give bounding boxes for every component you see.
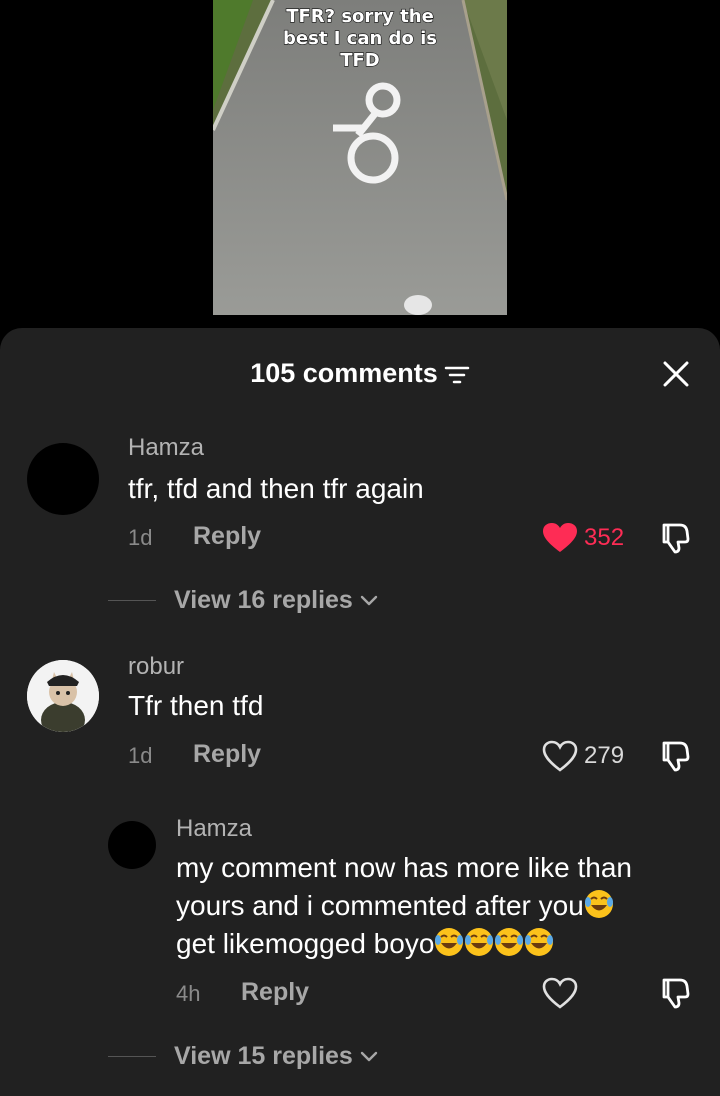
like-count: 279 — [584, 742, 625, 769]
divider-line — [108, 1056, 156, 1057]
video-caption: TFR? sorry the best I can do is TFD — [213, 5, 507, 72]
caption-line: best I can do is — [282, 27, 437, 49]
comment-time: 1d — [128, 743, 153, 768]
avatar[interactable] — [27, 660, 99, 732]
like-button[interactable]: 352 — [542, 522, 624, 554]
comment-text: tfr, tfd and then tfr again — [128, 473, 424, 504]
reply-button[interactable]: Reply — [193, 740, 261, 769]
laughing-emoji-icon — [525, 928, 554, 956]
dislike-icon[interactable] — [658, 976, 692, 1010]
heart-outline-icon — [542, 977, 578, 1009]
view-replies-label: View 15 replies — [174, 1042, 353, 1070]
comment-text: Tfr then tfd — [128, 690, 264, 721]
laughing-emoji-icon — [584, 890, 613, 918]
laughing-emoji-icon — [435, 928, 464, 956]
chevron-down-icon — [360, 595, 378, 605]
like-button[interactable] — [542, 977, 584, 1009]
reply-text-line: yours and i commented after you — [176, 887, 706, 925]
avatar[interactable] — [27, 443, 99, 515]
avatar[interactable] — [108, 821, 156, 869]
reply-text-line: my comment now has more like than — [176, 849, 706, 887]
dislike-icon[interactable] — [658, 739, 692, 773]
cat-avatar-image — [27, 660, 99, 732]
comment-username[interactable]: Hamza — [128, 434, 204, 462]
caption-line: TFD — [340, 49, 381, 71]
video-preview[interactable]: TFR? sorry the best I can do is TFD — [213, 0, 507, 315]
comment-time: 1d — [128, 525, 153, 550]
reply-username[interactable]: Hamza — [176, 815, 252, 843]
laughing-emoji-icon — [465, 928, 494, 956]
close-icon[interactable] — [662, 360, 690, 388]
comments-header: 105 comments — [0, 328, 720, 418]
divider-line — [108, 600, 156, 601]
reply-button[interactable]: Reply — [241, 978, 309, 1007]
view-replies-button[interactable]: View 16 replies — [108, 586, 379, 615]
comments-count: 105 comments — [0, 356, 720, 390]
comments-sheet: 105 comments Hamza tfr, tfd and then tfr… — [0, 328, 720, 1096]
like-count: 352 — [584, 524, 625, 551]
reply-time: 4h — [176, 981, 201, 1006]
filter-icon[interactable] — [444, 364, 470, 386]
dislike-icon[interactable] — [658, 521, 692, 555]
comment-username[interactable]: robur — [128, 653, 184, 681]
heart-outline-icon — [542, 740, 578, 772]
reply-button[interactable]: Reply — [193, 522, 261, 551]
laughing-emoji-icon — [495, 928, 524, 956]
view-replies-label: View 16 replies — [174, 586, 353, 614]
reply-text-line-2: yours and i commented after you — [176, 890, 584, 921]
view-replies-button[interactable]: View 15 replies — [108, 1042, 379, 1071]
chevron-down-icon — [360, 1051, 378, 1061]
heart-filled-icon — [543, 523, 577, 552]
like-button[interactable]: 279 — [542, 740, 624, 772]
reply-text-line: get likemogged boyo — [176, 925, 706, 963]
reply-text-line-3: get likemogged boyo — [176, 928, 435, 959]
comments-count-label: 105 comments — [250, 358, 438, 388]
caption-line: TFR? sorry the — [286, 5, 435, 27]
reply-text-line-1: my comment now has more like than — [176, 852, 632, 883]
reply-text: my comment now has more like than yours … — [176, 849, 706, 963]
